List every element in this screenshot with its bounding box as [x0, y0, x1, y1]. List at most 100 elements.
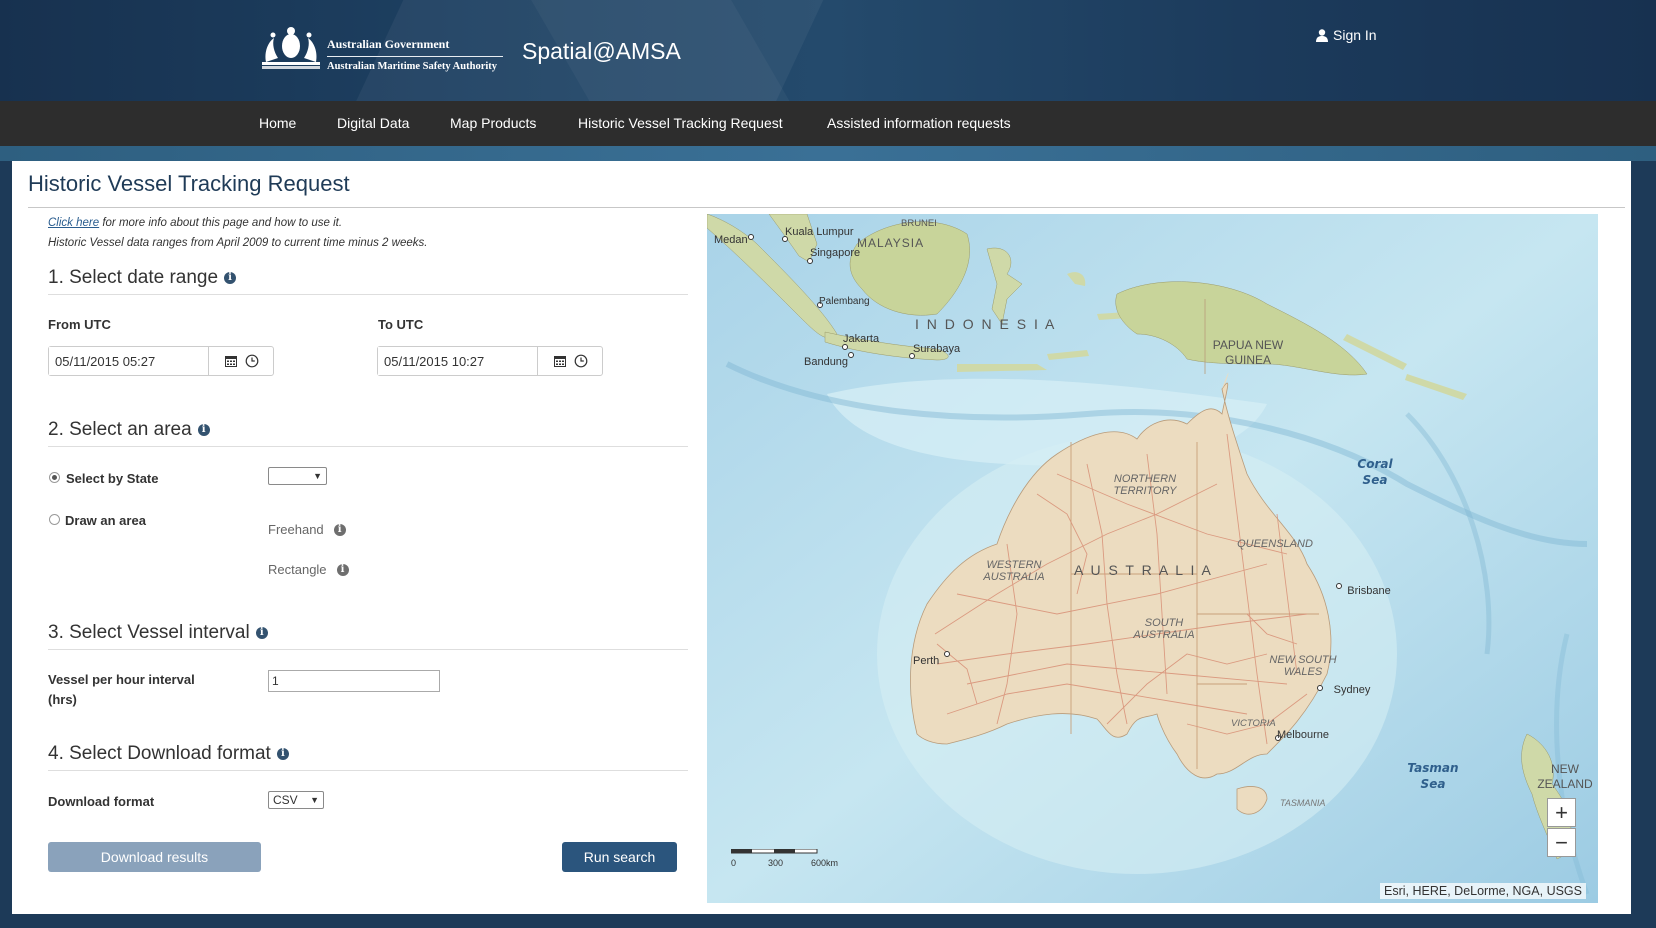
freehand-option[interactable]: Freehand i [268, 522, 346, 537]
place-label: QUEENSLAND [1237, 538, 1313, 550]
range-note: Historic Vessel data ranges from April 2… [48, 237, 428, 249]
section-format-heading: 4. Select Download format i [48, 743, 289, 765]
format-select-value: CSV [273, 793, 298, 807]
place-label: WALES [1284, 666, 1323, 678]
place-label: TERRITORY [1114, 485, 1178, 497]
from-date-input[interactable] [49, 347, 209, 375]
place-label: MALAYSIA [857, 236, 924, 250]
to-utc-label: To UTC [378, 317, 424, 332]
chevron-down-icon: ▼ [313, 471, 322, 481]
section-interval-heading: 3. Select Vessel interval i [48, 622, 268, 644]
page-title: Historic Vessel Tracking Request [28, 171, 350, 196]
interval-label: Vessel per hour interval [48, 672, 195, 687]
scale-bar: 0 300 600km [730, 848, 851, 876]
info-icon[interactable]: i [276, 748, 289, 760]
zoom-out-button[interactable]: − [1547, 828, 1576, 857]
select-by-state-label[interactable]: Select by State [66, 471, 159, 486]
section-area-heading: 2. Select an area i [48, 419, 210, 441]
place-label: I N D O N E S I A [915, 316, 1056, 332]
place-label: NORTHERN [1114, 473, 1176, 485]
place-label: NEW SOUTH [1269, 654, 1336, 666]
place-label: WESTERN [987, 559, 1042, 571]
nav-assisted-information[interactable]: Assisted information requests [827, 115, 1011, 131]
info-icon[interactable]: i [224, 272, 237, 284]
coral-sea-label: Coral [1357, 457, 1393, 471]
draw-area-label[interactable]: Draw an area [65, 513, 146, 528]
nav-digital-data[interactable]: Digital Data [337, 115, 409, 131]
info-icon[interactable]: i [255, 627, 268, 639]
nav-home[interactable]: Home [259, 115, 296, 131]
scale-label: 600km [811, 858, 838, 868]
coral-sea-label: Sea [1363, 473, 1388, 487]
from-date-picker [48, 346, 274, 376]
divider [48, 649, 688, 650]
gov-line-2: Australian Maritime Safety Authority [327, 61, 498, 72]
divider [48, 770, 688, 771]
info-icon[interactable]: i [336, 563, 349, 576]
select-by-state-radio[interactable] [49, 472, 60, 483]
tasman-sea-label: Tasman [1407, 761, 1458, 775]
zoom-in-button[interactable]: + [1547, 798, 1576, 827]
info-note: Click here for more info about this page… [48, 217, 342, 229]
place-label: A U S T R A L I A [1074, 562, 1213, 578]
place-label: VICTORIA [1231, 718, 1276, 729]
main-nav: Home Digital Data Map Products Historic … [0, 101, 1656, 146]
download-format-select[interactable]: CSV ▼ [268, 791, 324, 809]
info-icon[interactable]: i [333, 523, 346, 536]
place-label: Perth [913, 655, 939, 667]
place-label: NEW [1551, 762, 1580, 776]
place-label: Brisbane [1347, 585, 1390, 597]
click-here-link[interactable]: Click here [48, 217, 99, 229]
calendar-icon[interactable] [224, 354, 238, 368]
gov-line-1: Australian Government [327, 37, 503, 57]
app-title[interactable]: Spatial@AMSA [522, 38, 681, 65]
user-icon [1316, 28, 1328, 42]
rectangle-label: Rectangle [268, 562, 327, 577]
tasman-sea-label: Sea [1421, 777, 1446, 791]
government-branding: Australian Government Australian Maritim… [327, 37, 503, 72]
run-search-button[interactable]: Run search [562, 842, 677, 872]
place-label: Kuala Lumpur [785, 226, 854, 238]
nav-map-products[interactable]: Map Products [450, 115, 536, 131]
section-title: 2. Select an area [48, 419, 192, 440]
clock-icon[interactable] [574, 354, 588, 368]
nav-historic-vessel-tracking[interactable]: Historic Vessel Tracking Request [578, 115, 783, 131]
sign-in-label: Sign In [1333, 27, 1377, 43]
basemap[interactable]: Coral Sea Tasman Sea Medan Kuala Lumpur … [707, 214, 1598, 903]
download-results-button[interactable]: Download results [48, 842, 261, 872]
divider [48, 294, 688, 295]
draw-area-radio[interactable] [49, 514, 60, 525]
scale-label: 0 [731, 858, 736, 868]
to-date-input[interactable] [378, 347, 538, 375]
place-label: Jakarta [843, 333, 880, 345]
place-label: ZEALAND [1537, 777, 1593, 791]
section-title: 1. Select date range [48, 267, 219, 288]
place-label: Palembang [819, 296, 870, 307]
chevron-down-icon: ▼ [310, 795, 319, 805]
info-icon[interactable]: i [197, 424, 210, 436]
map-attribution: Esri, HERE, DeLorme, NGA, USGS [1380, 883, 1586, 899]
banner-strip [0, 146, 1656, 161]
sign-in-link[interactable]: Sign In [1316, 27, 1377, 43]
place-label: AUSTRALIA [1132, 629, 1194, 641]
header-banner: Australian Government Australian Maritim… [0, 0, 1656, 101]
clock-icon[interactable] [245, 354, 259, 368]
crest-icon [262, 27, 320, 69]
freehand-label: Freehand [268, 522, 324, 537]
place-label: SOUTH [1145, 617, 1184, 629]
from-utc-label: From UTC [48, 317, 111, 332]
interval-input[interactable] [268, 670, 440, 692]
place-label: Bandung [804, 356, 848, 368]
state-select[interactable]: ▼ [268, 467, 327, 485]
rectangle-option[interactable]: Rectangle i [268, 562, 349, 577]
place-label: PAPUA NEW [1213, 338, 1284, 352]
to-date-picker [377, 346, 603, 376]
map-view[interactable]: Coral Sea Tasman Sea Medan Kuala Lumpur … [707, 214, 1598, 903]
place-label: BRUNEI [901, 218, 937, 229]
info-note-text: for more info about this page and how to… [99, 217, 343, 229]
place-label: Melbourne [1277, 729, 1329, 741]
section-title: 3. Select Vessel interval [48, 622, 250, 643]
place-label: GUINEA [1225, 353, 1271, 367]
section-date-range-heading: 1. Select date range i [48, 267, 237, 289]
calendar-icon[interactable] [553, 354, 567, 368]
